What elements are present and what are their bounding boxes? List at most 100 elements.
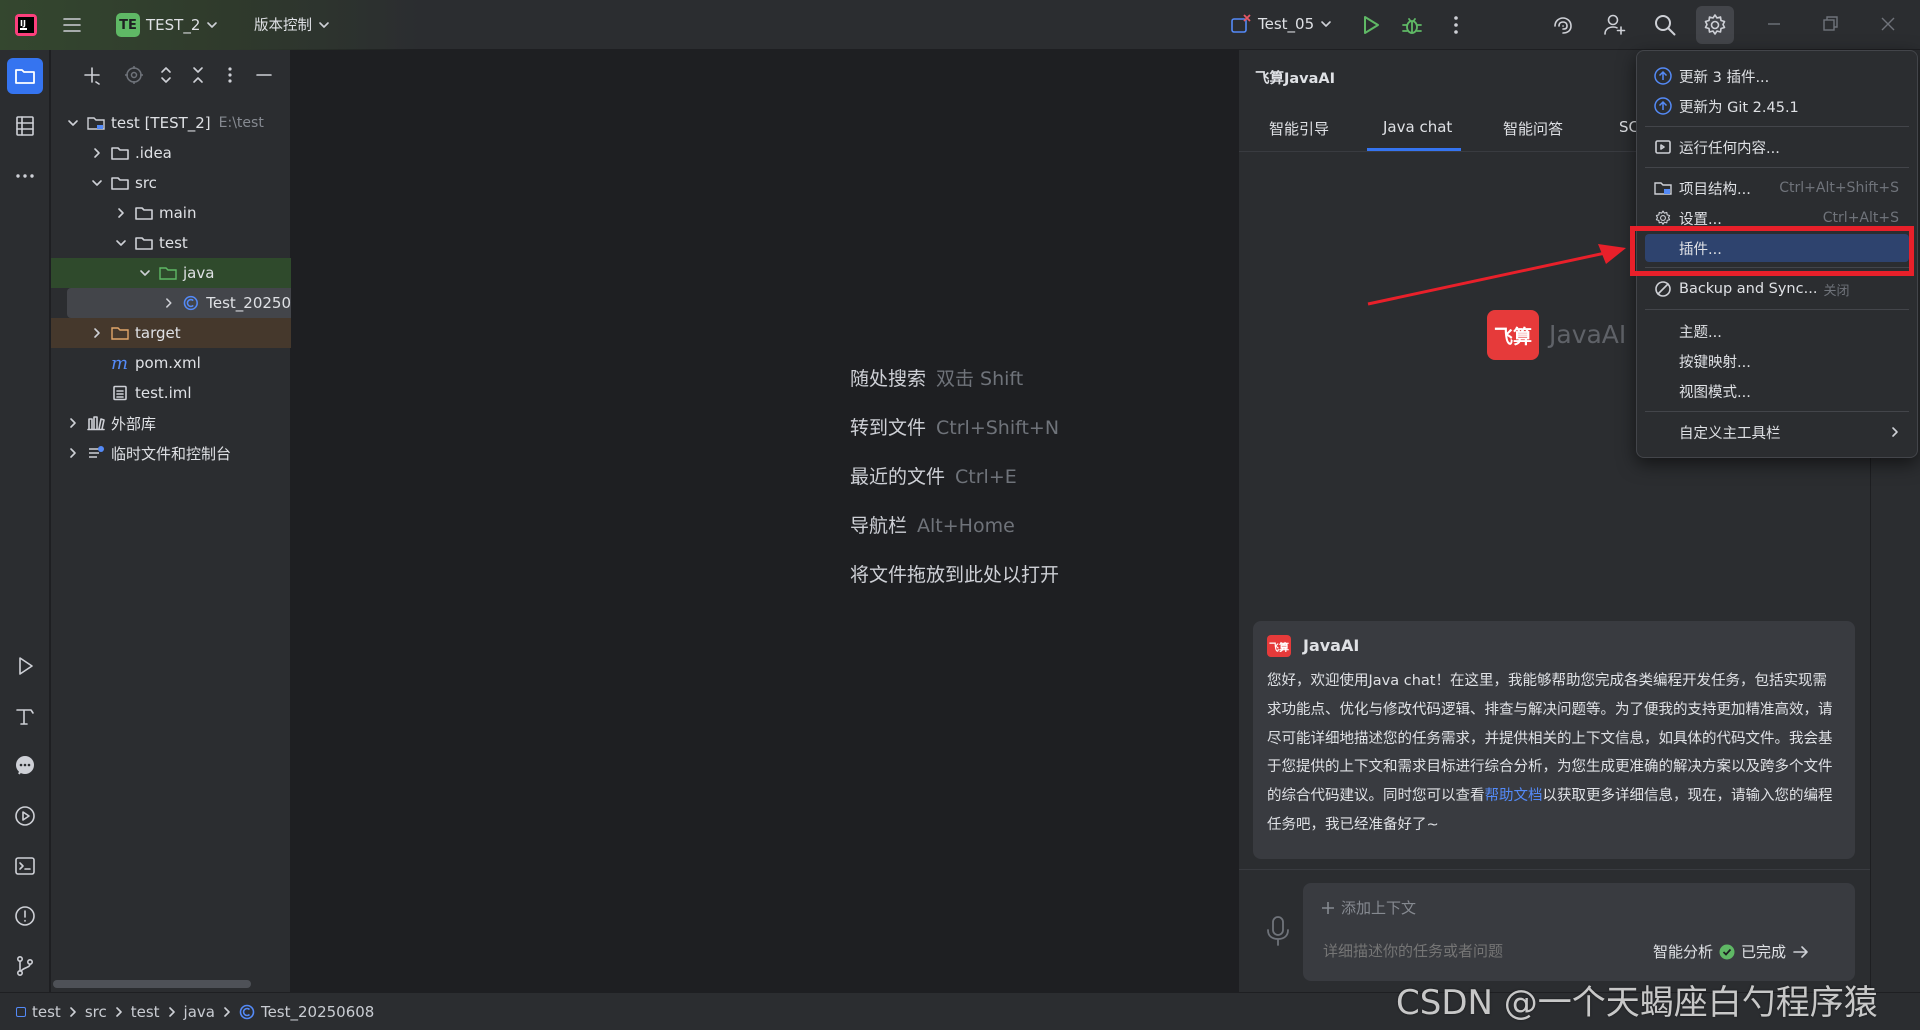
folder-icon bbox=[135, 207, 153, 220]
settings-gear-button[interactable] bbox=[1696, 6, 1734, 44]
scratches-icon bbox=[89, 446, 104, 458]
tree-label: 临时文件和控制台 bbox=[111, 444, 232, 463]
more-dots-icon bbox=[16, 174, 34, 178]
hint-goto-file: 转到文件 Ctrl+Shift+N bbox=[850, 413, 1059, 440]
microphone-icon[interactable] bbox=[1263, 914, 1293, 948]
folder-icon bbox=[111, 177, 129, 190]
menu-item-label: Backup and Sync... bbox=[1679, 281, 1818, 297]
module-file-icon bbox=[113, 385, 127, 401]
menu-item-label: 按键映射... bbox=[1679, 354, 1751, 371]
tree-row-java[interactable]: java bbox=[51, 258, 291, 288]
project-tool-button[interactable] bbox=[7, 58, 43, 94]
tree-row-iml[interactable]: test.iml bbox=[51, 378, 291, 408]
chevron-right-icon bbox=[118, 208, 124, 218]
search-icon[interactable] bbox=[1652, 12, 1678, 38]
git-tool-button[interactable] bbox=[7, 948, 43, 984]
vcs-menu[interactable]: 版本控制 bbox=[254, 14, 330, 35]
collapse-all-icon[interactable] bbox=[187, 64, 209, 86]
terminal-tool-button[interactable] bbox=[7, 848, 43, 884]
chevron-right-icon bbox=[1892, 427, 1898, 437]
hint-key: Ctrl+E bbox=[955, 466, 1017, 488]
menu-item-project-structure[interactable]: 项目结构... Ctrl+Alt+Shift+S bbox=[1645, 174, 1909, 202]
locate-file-icon[interactable] bbox=[123, 64, 145, 86]
add-context-button[interactable]: 添加上下文 bbox=[1319, 897, 1416, 918]
mode-status[interactable]: 智能分析 已完成 bbox=[1653, 941, 1810, 962]
menu-item-customize-toolbar[interactable]: 自定义主工具栏 bbox=[1645, 418, 1909, 446]
breadcrumb-item[interactable]: test bbox=[32, 1003, 61, 1021]
tree-row-scratches[interactable]: 临时文件和控制台 bbox=[51, 438, 291, 468]
project-switcher[interactable]: TE TEST_2 bbox=[116, 13, 218, 37]
maven-icon: m bbox=[111, 352, 129, 374]
tab-smart-qa[interactable]: 智能问答 bbox=[1503, 118, 1563, 139]
new-file-icon[interactable] bbox=[81, 64, 103, 86]
tab-smart-guide[interactable]: 智能引导 bbox=[1269, 118, 1329, 139]
tree-row-src[interactable]: src bbox=[51, 168, 291, 198]
tree-label: Test_20250 bbox=[206, 294, 291, 312]
menu-item-view-mode[interactable]: 视图模式... bbox=[1645, 377, 1909, 405]
services-tool-button[interactable] bbox=[7, 798, 43, 834]
menu-item-label: 项目结构... bbox=[1679, 181, 1751, 198]
breadcrumb-item[interactable]: Test_20250608 bbox=[261, 1003, 374, 1021]
debug-icon[interactable] bbox=[1400, 13, 1424, 37]
assistant-message-card: 飞算 JavaAI 您好，欢迎使用Java chat！在这里，我能够帮助您完成各… bbox=[1253, 621, 1855, 859]
menu-item-keymap[interactable]: 按键映射... bbox=[1645, 347, 1909, 375]
hammer-icon bbox=[16, 709, 34, 725]
breadcrumb-item[interactable]: java bbox=[184, 1003, 215, 1021]
tree-row-test[interactable]: test bbox=[51, 228, 291, 258]
chat-input-field[interactable] bbox=[1323, 939, 1623, 963]
menu-item-run-anything[interactable]: 运行任何内容... bbox=[1645, 133, 1909, 161]
more-actions-icon[interactable] bbox=[1444, 13, 1468, 37]
add-user-icon[interactable] bbox=[1602, 12, 1628, 38]
menu-item-theme[interactable]: 主题... bbox=[1645, 317, 1909, 345]
help-doc-link[interactable]: 帮助文档 bbox=[1485, 788, 1543, 804]
project-badge: TE bbox=[116, 13, 140, 37]
tab-java-chat[interactable]: Java chat bbox=[1383, 118, 1452, 136]
status-label: 已完成 bbox=[1741, 943, 1787, 961]
run-icon[interactable] bbox=[1358, 13, 1382, 37]
chevron-right-icon bbox=[166, 298, 172, 308]
minimize-icon[interactable] bbox=[1764, 14, 1784, 34]
hide-panel-icon[interactable] bbox=[253, 64, 275, 86]
menu-item-label: 自定义主工具栏 bbox=[1679, 425, 1781, 442]
breadcrumb-item[interactable]: src bbox=[85, 1003, 107, 1021]
sender-avatar: 飞算 bbox=[1267, 635, 1291, 657]
run-tool-button[interactable] bbox=[7, 648, 43, 684]
tree-row-test-class[interactable]: Test_20250 bbox=[67, 288, 291, 318]
more-tools-button[interactable] bbox=[7, 158, 43, 194]
problems-tool-button[interactable] bbox=[7, 898, 43, 934]
hint-action: 将文件拖放到此处以打开 bbox=[850, 564, 1060, 586]
tree-row-target[interactable]: target bbox=[51, 318, 291, 348]
structure-tool-button[interactable] bbox=[7, 108, 43, 144]
run-config-name: Test_05 bbox=[1258, 15, 1315, 33]
module-icon bbox=[16, 1007, 26, 1017]
intellij-logo-icon[interactable]: IJ bbox=[14, 13, 38, 37]
chat-tool-button[interactable] bbox=[7, 748, 43, 784]
chevron-right-icon bbox=[94, 148, 100, 158]
breadcrumb-item[interactable]: test bbox=[131, 1003, 160, 1021]
ai-assistant-icon[interactable] bbox=[1550, 12, 1576, 38]
restore-icon[interactable] bbox=[1820, 14, 1840, 34]
hint-recent-files: 最近的文件 Ctrl+E bbox=[850, 462, 1017, 489]
tree-row-pom[interactable]: m pom.xml bbox=[51, 348, 291, 378]
chat-input-box[interactable]: 添加上下文 智能分析 已完成 bbox=[1303, 883, 1855, 981]
menu-item-update-plugins[interactable]: 更新 3 插件... bbox=[1645, 62, 1909, 90]
chat-bubble-icon bbox=[16, 756, 34, 775]
gear-icon bbox=[1704, 14, 1726, 35]
tree-row-external-libraries[interactable]: 外部库 bbox=[51, 408, 291, 438]
hint-action: 最近的文件 bbox=[850, 466, 946, 488]
hint-drop-files: 将文件拖放到此处以打开 bbox=[850, 560, 1059, 587]
close-window-icon[interactable] bbox=[1878, 14, 1898, 34]
hint-search-everywhere: 随处搜索 双击 Shift bbox=[850, 364, 1023, 391]
build-tool-button[interactable] bbox=[7, 698, 43, 734]
tree-row-project-root[interactable]: test [TEST_2] E:\test bbox=[51, 108, 291, 138]
expand-all-icon[interactable] bbox=[155, 64, 177, 86]
horizontal-scrollbar[interactable] bbox=[53, 980, 251, 988]
menu-item-label: 主题... bbox=[1679, 324, 1722, 341]
menu-item-update-git[interactable]: 更新为 Git 2.45.1 bbox=[1645, 92, 1909, 120]
options-icon[interactable] bbox=[219, 64, 241, 86]
tree-row-main[interactable]: main bbox=[51, 198, 291, 228]
tree-row-idea[interactable]: .idea bbox=[51, 138, 291, 168]
menu-item-backup-sync[interactable]: Backup and Sync... 关闭 bbox=[1645, 275, 1909, 303]
run-config-selector[interactable]: Test_05 bbox=[1230, 13, 1332, 35]
main-menu-icon[interactable] bbox=[60, 13, 84, 37]
